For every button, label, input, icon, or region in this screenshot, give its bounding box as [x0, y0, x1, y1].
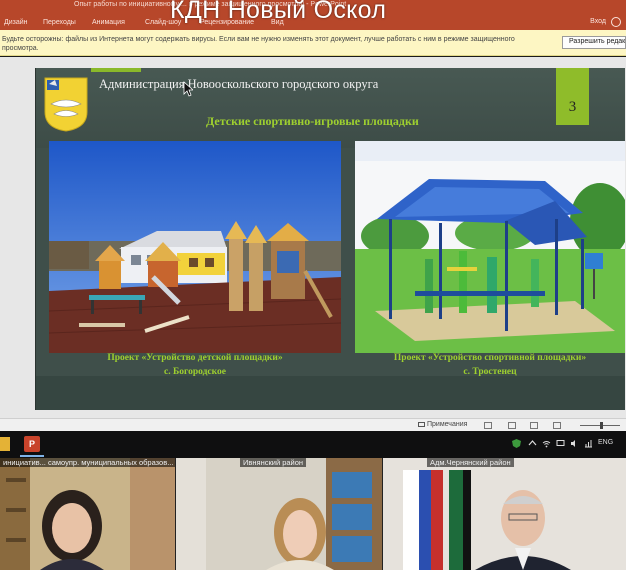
- reading-view-icon[interactable]: [530, 422, 538, 429]
- video-conference-strip: инициатив... самоупр. муниципальных обра…: [0, 458, 626, 570]
- ribbon-tab-animations[interactable]: Анимация: [92, 19, 125, 26]
- notes-label: Примечания: [427, 421, 468, 428]
- left-caption-project: Проект «Устройство детской площадки»: [107, 353, 283, 363]
- slide-sorter-icon[interactable]: [508, 422, 516, 429]
- notes-icon: [418, 421, 425, 427]
- status-bar: Примечания: [0, 418, 626, 431]
- language-indicator[interactable]: ENG: [598, 439, 613, 446]
- shield-icon[interactable]: [512, 439, 521, 448]
- slide: Администрация Новооскольского городского…: [35, 68, 625, 410]
- protected-view-bar: Будьте осторожны: файлы из Интернета мог…: [0, 30, 626, 56]
- profile-icon[interactable]: [611, 17, 621, 27]
- city-emblem-icon: [44, 77, 88, 132]
- taskbar: P ENG: [0, 431, 626, 458]
- sports-ground-photo: [355, 141, 625, 353]
- participant-tile-3[interactable]: Адм.Чернянский район: [383, 458, 626, 570]
- normal-view-icon[interactable]: [484, 422, 492, 429]
- slideshow-view-icon[interactable]: [553, 422, 561, 429]
- volume-icon[interactable]: [570, 439, 579, 448]
- participant-tile-1[interactable]: инициатив... самоупр. муниципальных обра…: [0, 458, 175, 570]
- right-caption-project: Проект «Устройство спортивной площадки»: [393, 353, 587, 363]
- powerpoint-taskbar-icon[interactable]: P: [24, 436, 40, 452]
- ribbon-tab-design[interactable]: Дизайн: [4, 19, 28, 26]
- notes-button[interactable]: Примечания: [418, 421, 467, 428]
- slide-number: 3: [556, 68, 589, 125]
- slide-subtitle: Детские спортивно-игровые площадки: [206, 114, 419, 128]
- participant-3-label: Адм.Чернянский район: [427, 458, 514, 467]
- slide-header-title: Администрация Новооскольского городского…: [99, 77, 379, 91]
- screen: Опыт работы по инициативному ... в режим…: [0, 0, 626, 570]
- zoom-slider-knob[interactable]: [600, 422, 603, 429]
- wifi-icon[interactable]: [542, 439, 551, 448]
- file-explorer-icon[interactable]: [0, 437, 10, 451]
- display-icon[interactable]: [556, 439, 565, 448]
- meeting-overlay-title: КДН Новый Оскол: [170, 0, 387, 24]
- participant-1-label: инициатив... самоупр. муниципальных обра…: [0, 458, 175, 467]
- active-app-indicator: [20, 455, 44, 457]
- network-icon[interactable]: [584, 439, 593, 448]
- signin-link[interactable]: Вход: [590, 18, 606, 25]
- participant-2-label: Ивнянский район: [240, 458, 307, 467]
- ribbon-tab-transitions[interactable]: Переходы: [43, 19, 76, 26]
- header-accent-bar: [91, 68, 141, 72]
- participant-tile-2[interactable]: Ивнянский район: [176, 458, 382, 570]
- enable-editing-button[interactable]: Разрешить редактирование: [562, 36, 626, 49]
- playground-photo: [49, 141, 341, 353]
- mouse-pointer-icon: [183, 81, 193, 97]
- chevron-up-icon[interactable]: [528, 439, 537, 448]
- protected-view-message: Будьте осторожны: файлы из Интернета мог…: [2, 36, 515, 52]
- slide-footer-band: [36, 376, 625, 410]
